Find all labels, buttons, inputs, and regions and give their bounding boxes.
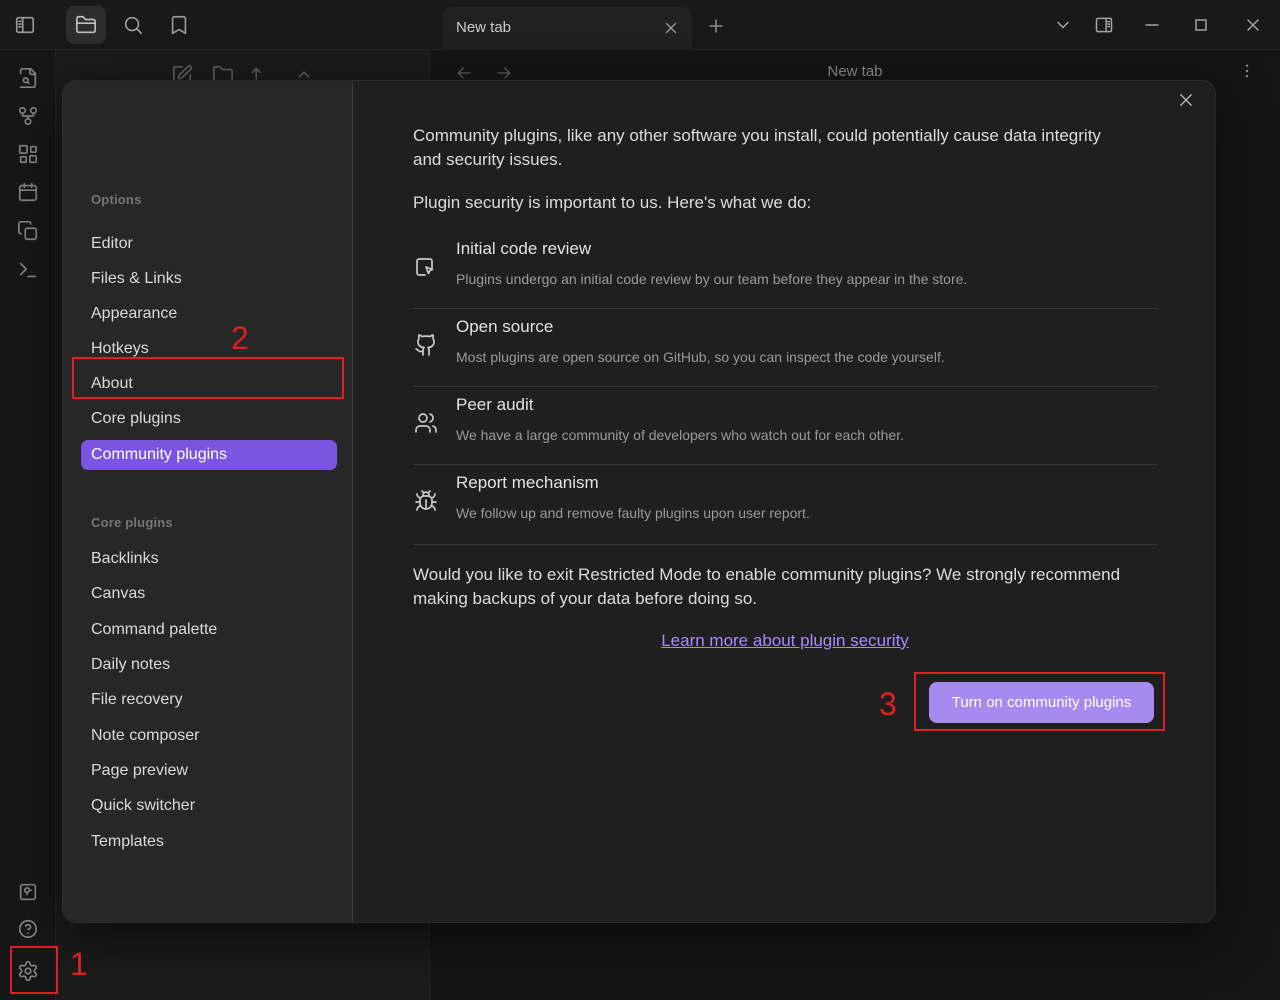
sidebar-item-core-plugins[interactable]: Core plugins (81, 404, 337, 434)
options-header: Options (91, 192, 142, 207)
folder-icon (75, 14, 97, 36)
feature-title: Peer audit (456, 395, 534, 415)
more-options-icon[interactable] (1238, 62, 1256, 80)
question-paragraph: Would you like to exit Restricted Mode t… (413, 563, 1125, 611)
github-icon (414, 333, 438, 357)
feature-desc: Plugins undergo an initial code review b… (456, 271, 967, 287)
annotation-number-2: 2 (231, 322, 249, 354)
sidebar-item-community-plugins[interactable]: Community plugins (81, 440, 337, 470)
sidebar-left-toggle-icon[interactable] (14, 14, 36, 36)
feature-desc: We have a large community of developers … (456, 427, 904, 443)
sidebar-item-quick-switcher[interactable]: Quick switcher (81, 791, 337, 821)
tab-close-icon[interactable] (662, 19, 680, 37)
sidebar-item-files-links[interactable]: Files & Links (81, 264, 337, 294)
bookmark-icon[interactable] (168, 14, 190, 36)
tab-title: New tab (456, 19, 511, 36)
minimize-icon[interactable] (1142, 15, 1162, 35)
obsidian-window: New tab (0, 0, 1280, 1000)
file-cursor-icon (414, 255, 438, 279)
annotation-number-1: 1 (70, 948, 88, 980)
search-icon[interactable] (122, 14, 144, 36)
settings-sidebar: Options Editor Files & Links Appearance … (63, 81, 353, 922)
tab-new-tab[interactable]: New tab (442, 7, 692, 50)
settings-modal: Options Editor Files & Links Appearance … (62, 80, 1216, 923)
help-icon[interactable] (17, 918, 39, 940)
divider (413, 464, 1157, 465)
feature-title: Open source (456, 317, 553, 337)
modal-close-icon[interactable] (1177, 91, 1195, 109)
copy-icon[interactable] (17, 220, 39, 242)
vault-icon[interactable] (17, 881, 39, 903)
maximize-icon[interactable] (1191, 15, 1211, 35)
sidebar-item-canvas[interactable]: Canvas (81, 579, 337, 609)
bug-icon (414, 489, 438, 513)
sidebar-item-templates[interactable]: Templates (81, 827, 337, 857)
intro-paragraph: Community plugins, like any other softwa… (413, 124, 1125, 172)
sidebar-item-file-recovery[interactable]: File recovery (81, 685, 337, 715)
annotation-number-3: 3 (879, 688, 897, 720)
close-icon[interactable] (1243, 15, 1263, 35)
ribbon-rail (0, 50, 56, 1000)
sidebar-item-note-composer[interactable]: Note composer (81, 721, 337, 751)
graph-icon[interactable] (17, 105, 39, 127)
terminal-icon[interactable] (17, 259, 39, 281)
security-paragraph: Plugin security is important to us. Here… (413, 191, 1125, 215)
feature-title: Report mechanism (456, 473, 599, 493)
titlebar: New tab (0, 0, 1280, 50)
canvas-icon[interactable] (17, 143, 39, 165)
sidebar-item-appearance[interactable]: Appearance (81, 299, 337, 329)
core-plugins-header: Core plugins (91, 515, 173, 530)
sidebar-right-toggle-icon[interactable] (1094, 15, 1114, 35)
file-search-icon[interactable] (17, 67, 39, 89)
sidebar-item-command-palette[interactable]: Command palette (81, 615, 337, 645)
files-tab-button[interactable] (66, 6, 106, 44)
annotation-box-1 (10, 946, 58, 994)
settings-content: Community plugins, like any other softwa… (353, 81, 1217, 922)
feature-desc: We follow up and remove faulty plugins u… (456, 505, 810, 521)
new-tab-plus-icon[interactable] (706, 16, 726, 36)
sidebar-item-editor[interactable]: Editor (81, 229, 337, 259)
users-icon (414, 411, 438, 435)
annotation-box-3 (914, 672, 1165, 731)
divider (413, 386, 1157, 387)
chevron-down-icon[interactable] (1053, 15, 1073, 35)
annotation-box-2 (72, 357, 344, 399)
calendar-icon[interactable] (17, 181, 39, 203)
sidebar-item-page-preview[interactable]: Page preview (81, 756, 337, 786)
editor-header-title: New tab (430, 63, 1280, 80)
divider (413, 308, 1157, 309)
plugin-security-link[interactable]: Learn more about plugin security (413, 631, 1157, 651)
sidebar-item-daily-notes[interactable]: Daily notes (81, 650, 337, 680)
feature-desc: Most plugins are open source on GitHub, … (456, 349, 945, 365)
feature-title: Initial code review (456, 239, 591, 259)
sidebar-item-backlinks[interactable]: Backlinks (81, 544, 337, 574)
divider (413, 544, 1157, 545)
